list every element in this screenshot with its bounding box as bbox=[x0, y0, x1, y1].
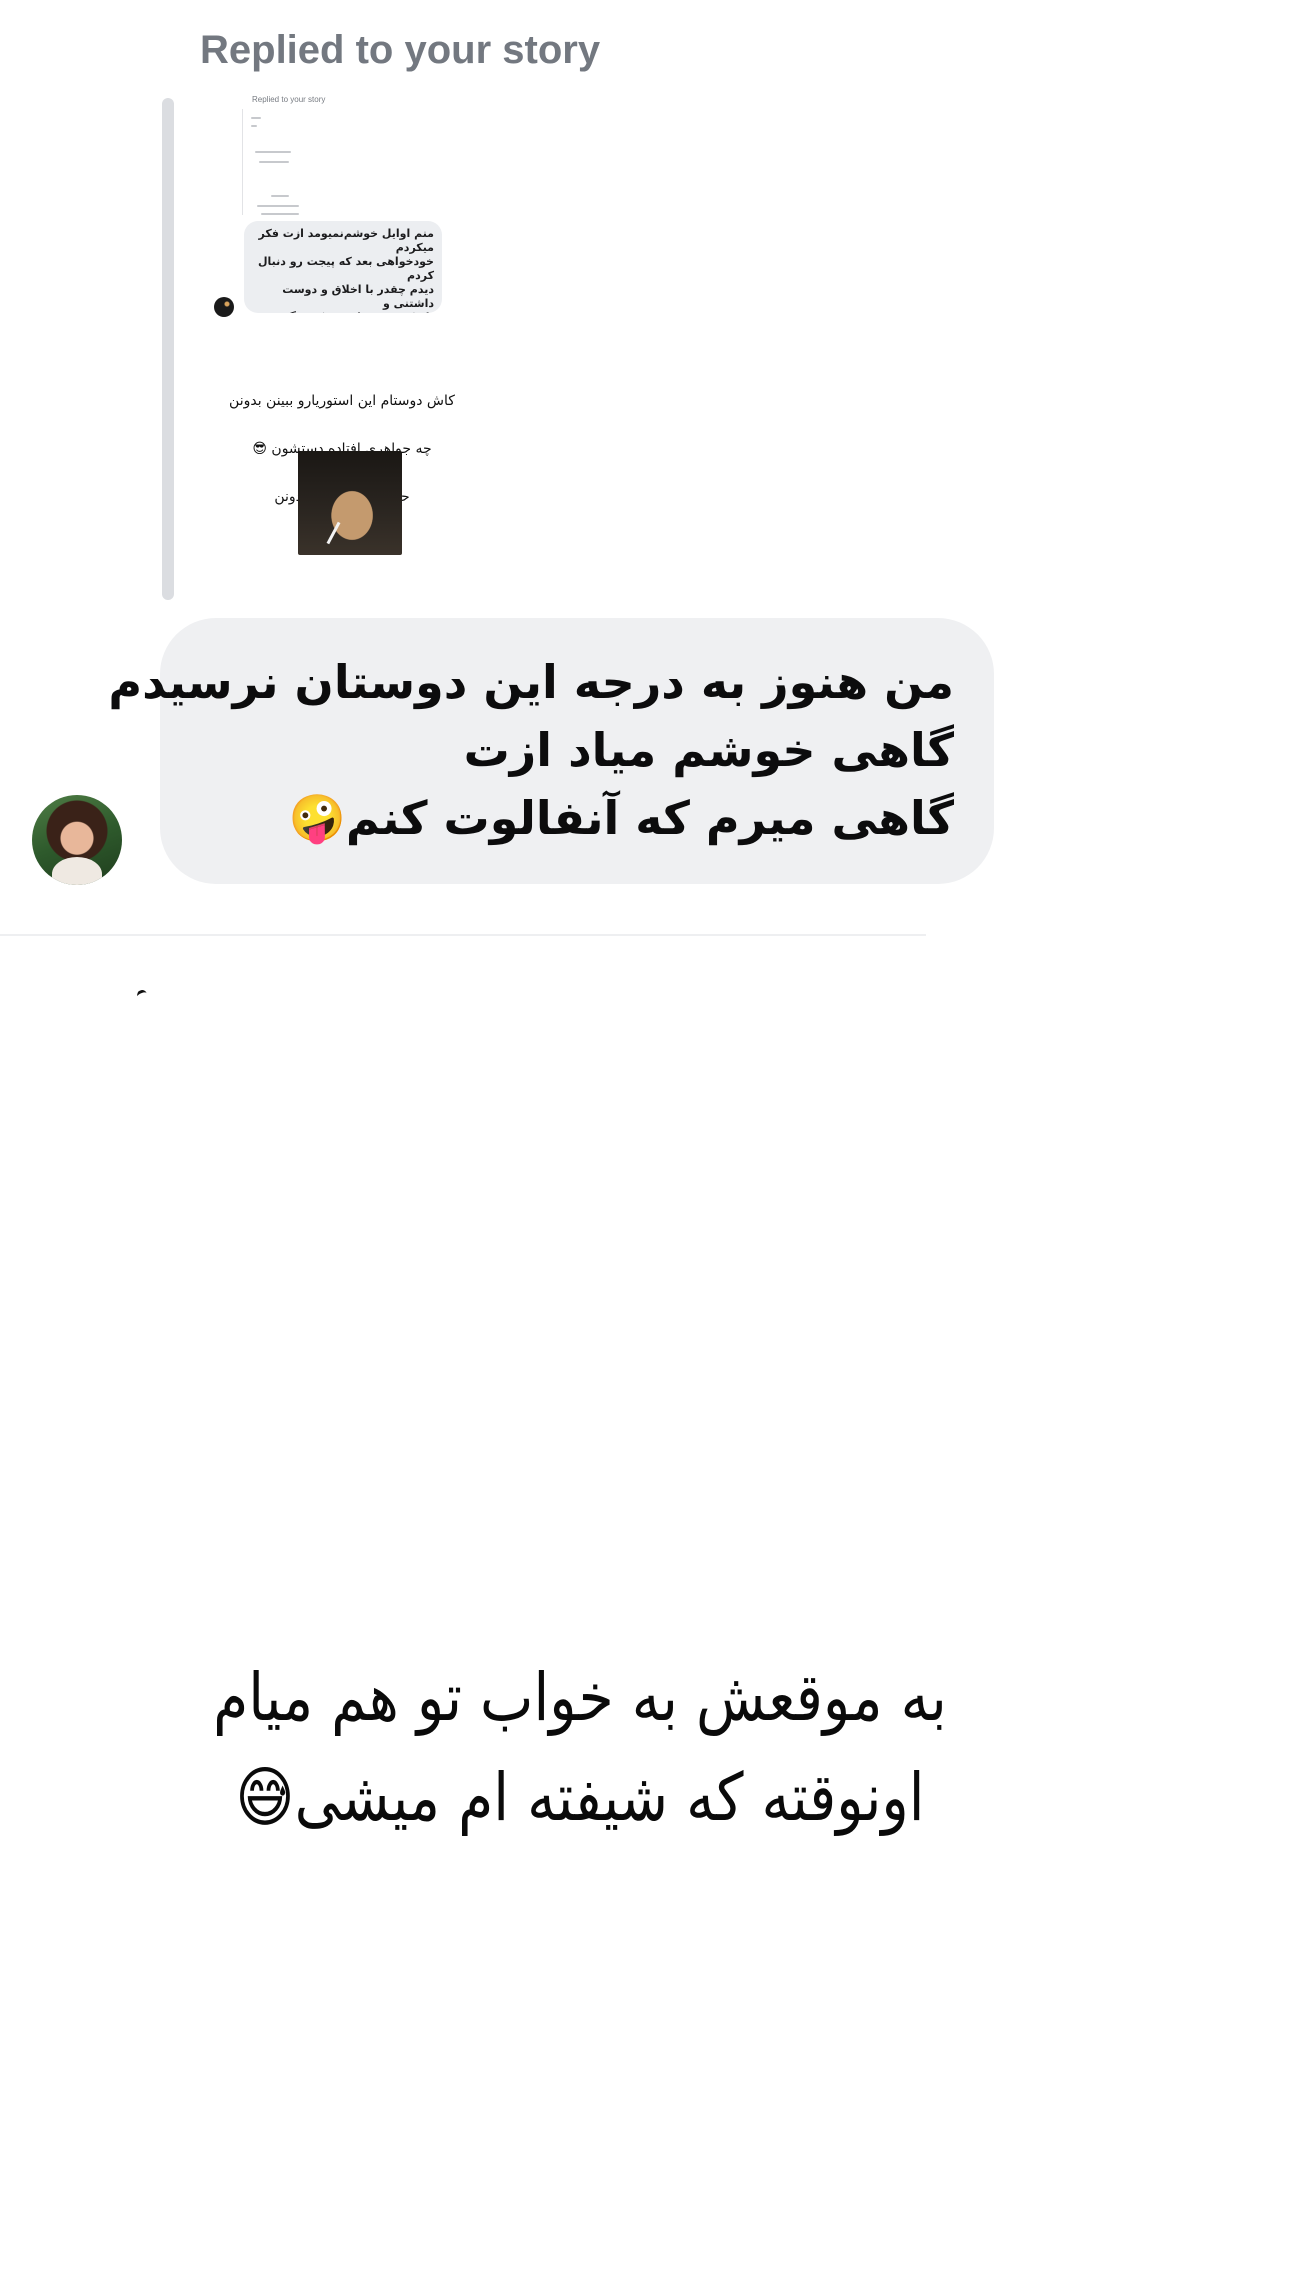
story-preview-avatar bbox=[214, 297, 234, 317]
story-preview-caption-line: کاش دوستام این استوریارو ببینن بدونن bbox=[229, 393, 455, 409]
overlay-caption-line: اونوقته که شیفته ام میشی😅 bbox=[235, 1759, 925, 1836]
message-line: گاهی خوشم میاد ازت bbox=[463, 723, 954, 777]
story-preview-photo bbox=[298, 451, 402, 555]
story-preview-mini-thread bbox=[242, 109, 313, 215]
message-line: من هنوز به درجه این دوستان نرسیدم bbox=[108, 655, 954, 709]
divider bbox=[0, 934, 926, 936]
reply-quote-bar bbox=[162, 98, 174, 600]
partial-glyph bbox=[135, 988, 149, 1001]
story-preview-message-bubble: منم اوایل خوشم‌نمیومد ازت فکر میکردم خود… bbox=[244, 221, 442, 313]
story-preview-thumbnail[interactable]: Replied to your story منم اوایل خوشم‌نمی… bbox=[214, 95, 500, 595]
overlay-caption-line: به موقعش به خواب تو هم میام bbox=[213, 1659, 947, 1736]
message-line: گاهی میرم که آنفالوت کنم🤪 bbox=[288, 791, 954, 845]
sender-avatar[interactable] bbox=[32, 795, 122, 885]
message-bubble[interactable]: من هنوز به درجه این دوستان نرسیدم گاهی خ… bbox=[108, 618, 994, 884]
overlay-caption: به موقعش به خواب تو هم میام اونوقته که ش… bbox=[159, 1648, 1002, 1848]
replied-to-story-label: Replied to your story bbox=[200, 28, 601, 72]
story-preview-header-text: Replied to your story bbox=[252, 95, 326, 104]
